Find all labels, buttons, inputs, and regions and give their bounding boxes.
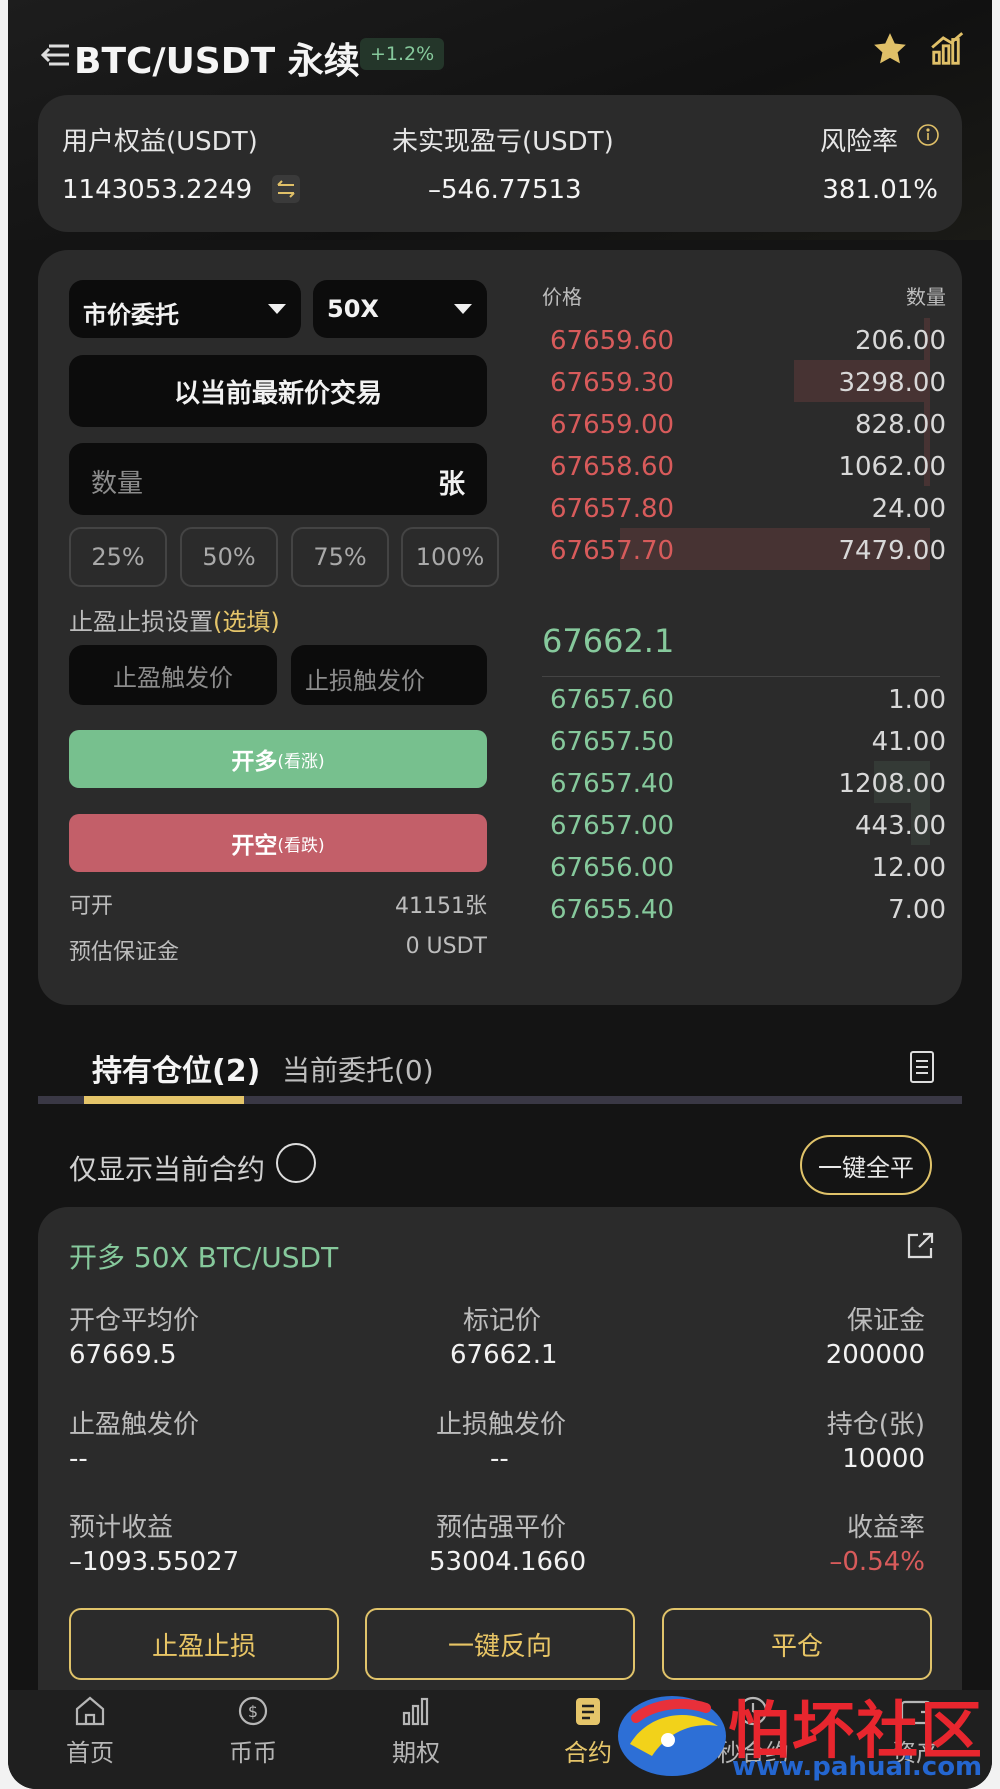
position-title: 开多 50X BTC/USDT [69, 1241, 339, 1274]
orderbook-divider [542, 676, 940, 677]
nav-spot-label: 币币 [229, 1739, 277, 1767]
nav-options[interactable]: 期权 [366, 1695, 466, 1768]
roe-label: 收益率 [846, 1513, 925, 1543]
current-contract-only-checkbox[interactable] [276, 1143, 316, 1183]
ask-price: 67659.00 [550, 410, 675, 440]
order-history-icon[interactable] [908, 1050, 936, 1088]
ask-qty: 828.00 [855, 410, 946, 440]
avg-price-label: 开仓平均价 [69, 1306, 200, 1336]
watermark: 怕坏社区 www.pahuai.com [610, 1678, 990, 1786]
ask-qty: 3298.00 [838, 368, 946, 398]
tab-current-orders[interactable]: 当前委托(0) [282, 1049, 434, 1089]
bid-qty: 12.00 [871, 853, 946, 883]
orderbook-qty-header: 数量 [906, 285, 946, 309]
coin-icon: $ [238, 1696, 268, 1726]
tp-trigger-value: -- [69, 1444, 88, 1474]
reverse-position-button[interactable]: 一键反向 [365, 1608, 635, 1680]
nav-home[interactable]: 首页 [40, 1695, 140, 1768]
order-book: 价格 数量 67659.60 206.00 67659.30 3298.00 67659… [8, 0, 992, 1000]
last-price: 67662.1 [542, 622, 675, 660]
nav-contract-label: 合约 [564, 1739, 612, 1767]
margin-value: 200000 [825, 1340, 925, 1370]
home-icon [75, 1696, 105, 1726]
liquidation-price-label: 预估强平价 [436, 1513, 567, 1543]
bid-qty: 443.00 [855, 811, 946, 841]
ask-qty: 206.00 [855, 326, 946, 356]
nav-spot[interactable]: $ 币币 [203, 1695, 303, 1768]
est-pnl-value: –1093.55027 [69, 1547, 240, 1577]
ask-price: 67657.80 [550, 494, 675, 524]
bid-price: 67657.50 [550, 727, 675, 757]
ask-price: 67657.70 [550, 536, 675, 566]
close-all-button[interactable]: 一键全平 [800, 1135, 932, 1195]
svg-text:$: $ [248, 1702, 258, 1721]
ask-qty: 7479.00 [838, 536, 946, 566]
bid-price: 67657.60 [550, 685, 675, 715]
close-all-label: 一键全平 [818, 1153, 914, 1182]
ask-price: 67659.60 [550, 326, 675, 356]
current-contract-only-label: 仅显示当前合约 [69, 1153, 266, 1186]
mark-price-value: 67662.1 [450, 1340, 558, 1370]
sl-trigger-value: -- [490, 1444, 509, 1474]
tp-trigger-label: 止盈触发价 [69, 1410, 200, 1440]
bid-price: 67657.40 [550, 769, 675, 799]
close-position-button[interactable]: 平仓 [662, 1608, 932, 1680]
bid-qty: 1.00 [888, 685, 946, 715]
orderbook-price-header: 价格 [542, 285, 582, 309]
liquidation-price-value: 53004.1660 [429, 1547, 587, 1577]
share-icon[interactable] [904, 1230, 936, 1266]
mark-price-label: 标记价 [463, 1306, 542, 1336]
contract-icon [576, 1698, 600, 1725]
avg-price-value: 67669.5 [69, 1340, 177, 1370]
ask-price: 67658.60 [550, 452, 675, 482]
app-screen: BTC/USDT 永续 +1.2% 用户权益(USDT) 1143053.224… [8, 0, 992, 1789]
tab-active-indicator [84, 1096, 244, 1104]
roe-value: –0.54% [829, 1547, 925, 1577]
position-size-value: 10000 [842, 1444, 925, 1474]
est-pnl-label: 预计收益 [69, 1513, 174, 1543]
sl-trigger-label: 止损触发价 [436, 1410, 567, 1440]
bid-price: 67656.00 [550, 853, 675, 883]
tab-positions[interactable]: 持有仓位(2) [92, 1046, 260, 1090]
ask-qty: 24.00 [871, 494, 946, 524]
position-size-label: 持仓(张) [826, 1410, 925, 1440]
tpsl-button[interactable]: 止盈止损 [69, 1608, 339, 1680]
margin-label: 保证金 [846, 1306, 925, 1336]
bar-chart-icon [402, 1697, 429, 1726]
ask-qty: 1062.00 [838, 452, 946, 482]
watermark-logo-icon [618, 1696, 726, 1776]
ask-price: 67659.30 [550, 368, 675, 398]
watermark-url: www.pahuai.com [732, 1752, 983, 1782]
nav-home-label: 首页 [66, 1739, 114, 1767]
nav-options-label: 期权 [392, 1739, 440, 1767]
bid-qty: 7.00 [888, 895, 946, 925]
bid-qty: 41.00 [871, 727, 946, 757]
bid-price: 67655.40 [550, 895, 675, 925]
bid-price: 67657.00 [550, 811, 675, 841]
bid-qty: 1208.00 [838, 769, 946, 799]
